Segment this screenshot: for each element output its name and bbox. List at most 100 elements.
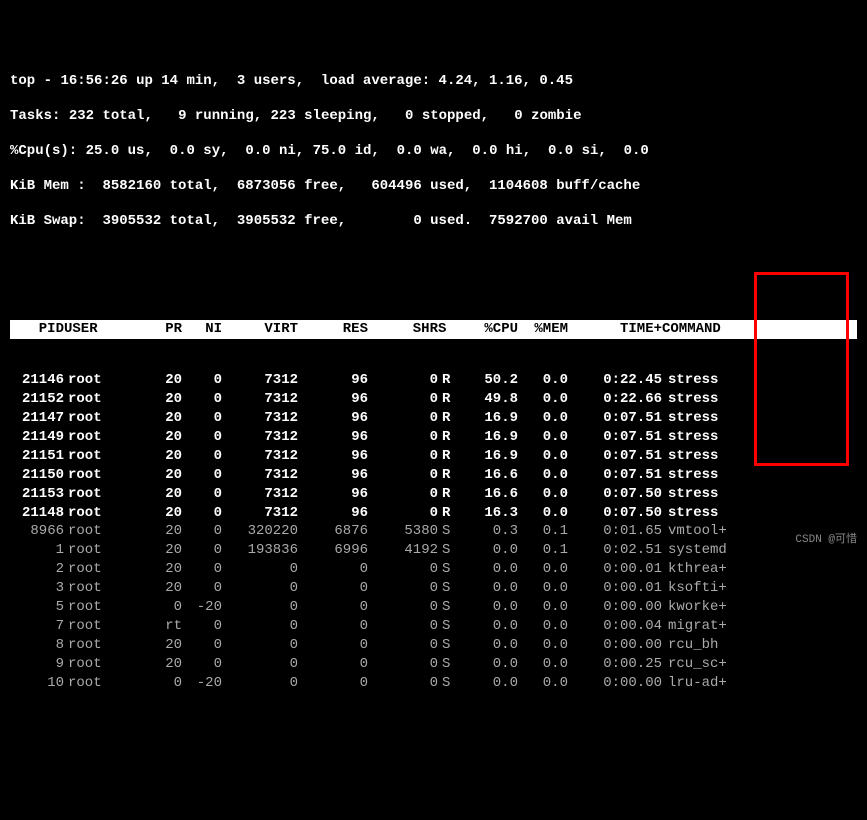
watermark: CSDN @可惜 [795, 530, 857, 546]
table-row[interactable]: 5root0-20000S0.00.00:00.00kworke+ [10, 598, 857, 617]
cell-shr: 0 [368, 409, 438, 428]
cell-res: 6996 [298, 541, 368, 560]
cell-pr: 20 [128, 655, 182, 674]
cell-shr: 0 [368, 598, 438, 617]
table-row[interactable]: 8966root20032022068765380S0.30.10:01.65v… [10, 522, 857, 541]
cell-time: 0:00.01 [568, 560, 662, 579]
table-row[interactable]: 8root200000S0.00.00:00.00rcu_bh [10, 636, 857, 655]
cell-res: 0 [298, 655, 368, 674]
cell-user: root [64, 447, 128, 466]
cell-time: 0:00.01 [568, 579, 662, 598]
summary-line-cpu: %Cpu(s): 25.0 us, 0.0 sy, 0.0 ni, 75.0 i… [10, 142, 857, 161]
cell-ni: 0 [182, 541, 222, 560]
cell-mem: 0.0 [518, 390, 568, 409]
col-virt: VIRT [222, 320, 298, 339]
cell-pid: 7 [10, 617, 64, 636]
cell-virt: 7312 [222, 466, 298, 485]
cell-s: R [438, 409, 460, 428]
cell-cmd: kworke+ [662, 598, 750, 617]
cell-ni: 0 [182, 636, 222, 655]
cell-mem: 0.0 [518, 655, 568, 674]
cell-mem: 0.0 [518, 579, 568, 598]
cell-mem: 0.0 [518, 447, 568, 466]
cell-virt: 7312 [222, 447, 298, 466]
cell-pid: 21148 [10, 504, 64, 523]
cell-time: 0:07.50 [568, 504, 662, 523]
cell-pr: 20 [128, 485, 182, 504]
cell-pid: 21147 [10, 409, 64, 428]
cell-virt: 0 [222, 598, 298, 617]
table-row[interactable]: 21150root2007312960R16.60.00:07.51stress [10, 466, 857, 485]
cell-mem: 0.0 [518, 560, 568, 579]
cell-pid: 21153 [10, 485, 64, 504]
cell-res: 96 [298, 466, 368, 485]
col-cpu: %CPU [460, 320, 518, 339]
cell-shr: 0 [368, 579, 438, 598]
cell-s: R [438, 504, 460, 523]
table-row[interactable]: 21148root2007312960R16.30.00:07.50stress [10, 504, 857, 523]
cell-shr: 0 [368, 636, 438, 655]
summary-line-swap: KiB Swap: 3905532 total, 3905532 free, 0… [10, 212, 857, 231]
cell-mem: 0.1 [518, 541, 568, 560]
cell-user: root [64, 598, 128, 617]
cell-cpu: 0.0 [460, 541, 518, 560]
cell-res: 0 [298, 560, 368, 579]
cell-shr: 0 [368, 428, 438, 447]
table-row[interactable]: 10root0-20000S0.00.00:00.00lru-ad+ [10, 674, 857, 693]
cell-time: 0:07.50 [568, 485, 662, 504]
cell-cmd: systemd [662, 541, 750, 560]
cell-s: R [438, 371, 460, 390]
table-row[interactable]: 1root20019383669964192S0.00.10:02.51syst… [10, 541, 857, 560]
cell-time: 0:00.00 [568, 636, 662, 655]
cell-time: 0:07.51 [568, 409, 662, 428]
cell-virt: 320220 [222, 522, 298, 541]
cell-cpu: 0.0 [460, 598, 518, 617]
cell-ni: -20 [182, 598, 222, 617]
cell-ni: 0 [182, 522, 222, 541]
cell-cpu: 49.8 [460, 390, 518, 409]
cell-mem: 0.0 [518, 636, 568, 655]
cell-pr: 20 [128, 560, 182, 579]
cell-pid: 21149 [10, 428, 64, 447]
cell-cmd: vmtool+ [662, 522, 750, 541]
cell-s: S [438, 674, 460, 693]
cell-pid: 8 [10, 636, 64, 655]
cell-pid: 21146 [10, 371, 64, 390]
cell-virt: 7312 [222, 428, 298, 447]
cell-user: root [64, 409, 128, 428]
cell-pr: 20 [128, 390, 182, 409]
cell-pr: 20 [128, 579, 182, 598]
cell-user: root [64, 485, 128, 504]
cell-cpu: 0.0 [460, 617, 518, 636]
cell-user: root [64, 617, 128, 636]
cell-mem: 0.0 [518, 504, 568, 523]
table-row[interactable]: 21153root2007312960R16.60.00:07.50stress [10, 485, 857, 504]
table-row[interactable]: 21147root2007312960R16.90.00:07.51stress [10, 409, 857, 428]
cell-time: 0:22.66 [568, 390, 662, 409]
table-row[interactable]: 7rootrt0000S0.00.00:00.04migrat+ [10, 617, 857, 636]
cell-cmd: lru-ad+ [662, 674, 750, 693]
cell-pid: 21151 [10, 447, 64, 466]
table-row[interactable]: 3root200000S0.00.00:00.01ksofti+ [10, 579, 857, 598]
cell-cmd: stress [662, 485, 750, 504]
cell-shr: 5380 [368, 522, 438, 541]
process-table[interactable]: PID USER PR NI VIRT RES SHR S %CPU %MEM … [10, 272, 857, 708]
cell-cmd: stress [662, 409, 750, 428]
cell-time: 0:02.51 [568, 541, 662, 560]
table-row[interactable]: 21151root2007312960R16.90.00:07.51stress [10, 447, 857, 466]
table-row[interactable]: 21146root2007312960R50.20.00:22.45stress [10, 371, 857, 390]
cell-pr: 20 [128, 636, 182, 655]
table-row[interactable]: 9root200000S0.00.00:00.25rcu_sc+ [10, 655, 857, 674]
cell-shr: 0 [368, 504, 438, 523]
table-row[interactable]: 2root200000S0.00.00:00.01kthrea+ [10, 560, 857, 579]
cell-time: 0:01.65 [568, 522, 662, 541]
cell-shr: 0 [368, 560, 438, 579]
cell-mem: 0.0 [518, 598, 568, 617]
cell-cpu: 50.2 [460, 371, 518, 390]
table-row[interactable]: 21149root2007312960R16.90.00:07.51stress [10, 428, 857, 447]
col-cmd: COMMAND [662, 320, 750, 339]
table-row[interactable]: 21152root2007312960R49.80.00:22.66stress [10, 390, 857, 409]
cell-cpu: 16.3 [460, 504, 518, 523]
cell-ni: 0 [182, 579, 222, 598]
cell-time: 0:07.51 [568, 447, 662, 466]
